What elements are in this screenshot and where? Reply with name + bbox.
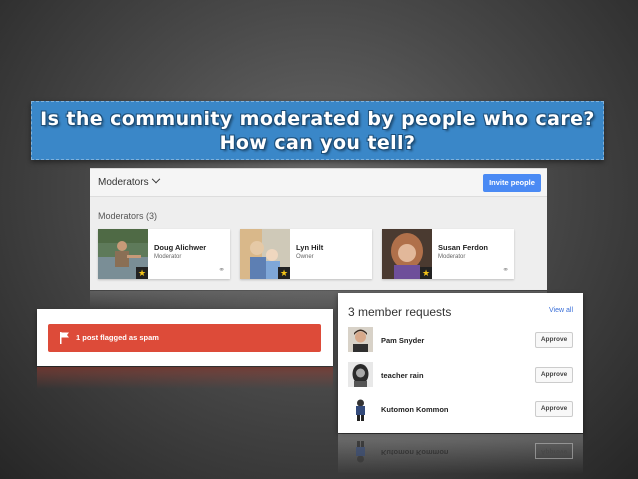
requester-name: Pam Snyder	[381, 336, 425, 345]
moderator-role: Moderator	[438, 254, 466, 260]
moderator-card[interactable]: ★ Lyn Hilt Owner	[240, 229, 372, 279]
flag-icon	[60, 332, 69, 344]
requester-name: teacher rain	[381, 371, 424, 380]
chevron-down-icon	[151, 174, 160, 184]
avatar	[348, 327, 373, 352]
link-icon[interactable]: ⚭	[502, 265, 509, 274]
moderators-header: Moderators Invite people	[90, 169, 547, 197]
mirrored-name: Kutomon Kommon	[381, 448, 449, 457]
banner-line-2: How can you tell?	[219, 132, 416, 154]
mirrored-row: Kutomon Kommon Approve	[338, 434, 583, 474]
banner-line-1: Is the community moderated by people who…	[40, 108, 595, 130]
spam-message: 1 post flagged as spam	[76, 333, 159, 342]
star-icon: ★	[420, 267, 432, 279]
approve-button[interactable]: Approve	[535, 401, 573, 417]
invite-people-button[interactable]: Invite people	[483, 174, 541, 192]
moderators-count: Moderators (3)	[98, 211, 158, 221]
avatar	[356, 441, 365, 463]
moderator-card[interactable]: ★ Susan Ferdon Moderator ⚭	[382, 229, 514, 279]
moderator-role: Moderator	[154, 254, 182, 260]
star-icon: ★	[278, 267, 290, 279]
spam-alert-bar[interactable]: 1 post flagged as spam	[48, 324, 321, 352]
requester-name: Kutomon Kommon	[381, 405, 449, 414]
list-item: Pam Snyder Approve	[348, 327, 573, 353]
list-item: Kutomon Kommon Approve	[348, 396, 573, 422]
title-banner: Is the community moderated by people who…	[31, 101, 604, 160]
avatar	[348, 362, 373, 387]
moderators-dropdown-label: Moderators	[98, 177, 149, 188]
approve-button[interactable]: Approve	[535, 332, 573, 348]
spam-reflection	[37, 367, 333, 389]
moderator-name: Doug Alichwer	[154, 243, 207, 252]
member-requests-title: 3 member requests	[348, 305, 452, 319]
member-requests-panel: 3 member requests View all Pam Snyder Ap…	[338, 293, 583, 433]
mirrored-approve: Approve	[535, 443, 573, 459]
approve-button[interactable]: Approve	[535, 367, 573, 383]
view-all-link[interactable]: View all	[549, 307, 573, 314]
moderator-name: Lyn Hilt	[296, 243, 324, 252]
list-item: teacher rain Approve	[348, 362, 573, 388]
moderators-dropdown[interactable]: Moderators	[98, 174, 160, 188]
moderators-panel: Moderators Invite people Moderators (3) …	[90, 168, 547, 290]
moderator-role: Owner	[296, 254, 314, 260]
avatar	[348, 396, 373, 421]
member-requests-reflection: Kutomon Kommon Approve	[338, 434, 583, 474]
moderator-card[interactable]: ★ Doug Alichwer Moderator ⚭	[98, 229, 230, 279]
spam-panel: 1 post flagged as spam	[37, 309, 333, 366]
moderator-name: Susan Ferdon	[438, 243, 489, 252]
star-icon: ★	[136, 267, 148, 279]
link-icon[interactable]: ⚭	[218, 265, 225, 274]
